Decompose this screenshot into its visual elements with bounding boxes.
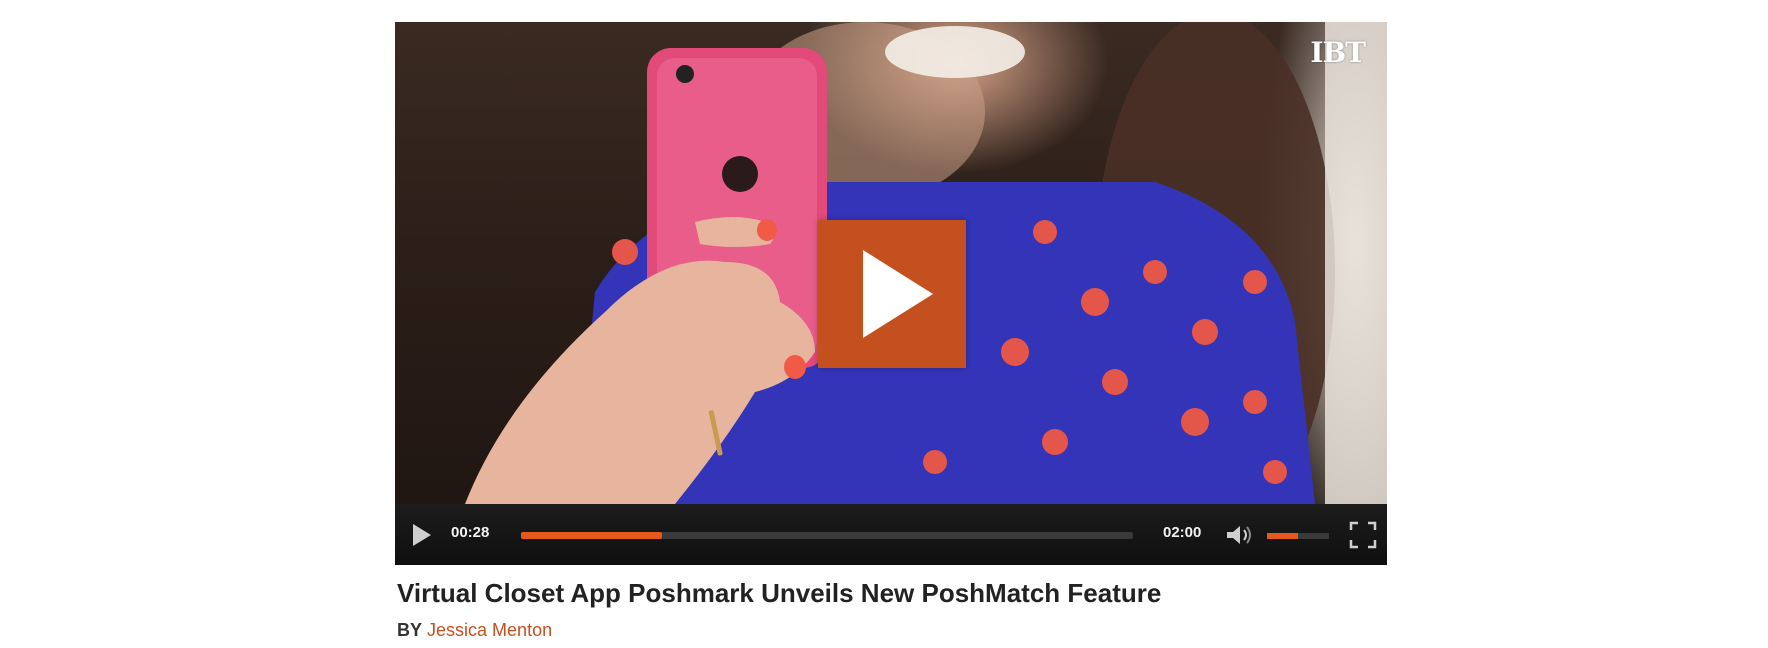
seek-bar[interactable] [521, 532, 1133, 539]
seek-bar-progress [521, 532, 662, 539]
play-icon [413, 524, 431, 546]
page: IBT 00:28 02:00 Virtual Closet App Poshm… [0, 0, 1768, 648]
ibt-logo: IBT [1310, 36, 1366, 69]
mute-button[interactable] [1225, 524, 1253, 546]
byline-prefix: BY [397, 620, 423, 640]
play-icon [863, 250, 933, 338]
volume-slider[interactable] [1267, 533, 1329, 539]
byline: BY Jessica Menton [397, 620, 552, 641]
fullscreen-icon [1349, 521, 1377, 549]
big-play-button[interactable] [818, 220, 966, 368]
total-time: 02:00 [1163, 524, 1202, 541]
play-pause-button[interactable] [409, 522, 435, 548]
author-link[interactable]: Jessica Menton [427, 620, 552, 640]
video-frame[interactable]: IBT [395, 22, 1387, 504]
video-title[interactable]: Virtual Closet App Poshmark Unveils New … [397, 578, 1161, 609]
volume-icon [1227, 526, 1251, 544]
fullscreen-button[interactable] [1349, 521, 1377, 549]
current-time: 00:28 [451, 524, 490, 541]
video-controls-bar: 00:28 02:00 [395, 504, 1387, 565]
volume-level [1267, 533, 1298, 539]
video-player[interactable]: IBT 00:28 02:00 [395, 22, 1387, 565]
